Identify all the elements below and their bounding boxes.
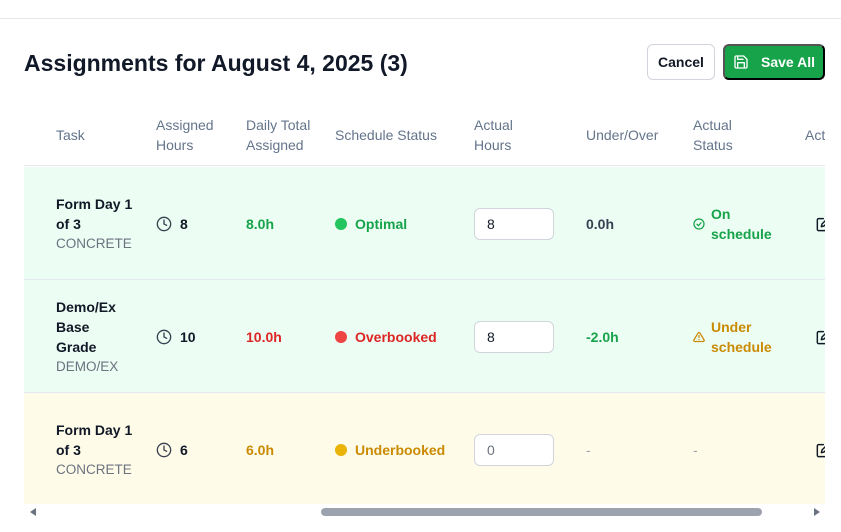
edit-action[interactable]: [816, 393, 825, 504]
save-icon: [734, 55, 748, 69]
task-cell: Form Day 1 of 3 CONCRETE: [56, 393, 136, 504]
task-name: Form Day 1 of 3: [56, 195, 133, 232]
actual-status-cell: Under schedule: [693, 280, 781, 393]
under-over-value: -2.0h: [586, 328, 619, 345]
table-row: Demo/Ex Base Grade DEMO/EX 10 10.0h Over…: [24, 280, 825, 393]
assigned-hours-cell: 10: [156, 280, 196, 393]
actual-hours-cell: 8: [474, 167, 554, 280]
schedule-status-cell: Optimal: [335, 167, 407, 280]
daily-total-value: 10.0h: [246, 328, 282, 345]
actual-hours-input[interactable]: 8: [474, 320, 554, 353]
column-header-under-over: Under/Over: [586, 127, 659, 143]
assigned-hours-cell: 6: [156, 393, 188, 504]
edit-action[interactable]: [816, 280, 825, 393]
check-circle-icon: [693, 217, 705, 230]
save-all-button[interactable]: Save All: [723, 44, 825, 80]
task-cell: Demo/Ex Base Grade DEMO/EX: [56, 280, 136, 393]
scroll-left-arrow-icon[interactable]: [30, 508, 36, 516]
task-name: Demo/Ex Base Grade: [56, 298, 116, 355]
clock-icon: [156, 442, 172, 457]
schedule-status-cell: Overbooked: [335, 280, 437, 393]
actual-hours-input[interactable]: 8: [474, 207, 554, 240]
save-all-label: Save All: [761, 54, 815, 70]
actual-hours-input[interactable]: 0: [474, 433, 554, 466]
table-row: Form Day 1 of 3 CONCRETE 8 8.0h Optimal …: [24, 167, 825, 280]
task-category: CONCRETE: [56, 235, 132, 251]
column-header-actual-hours: Actual Hours: [474, 117, 513, 153]
edit-icon: [816, 217, 825, 231]
status-dot: [335, 330, 347, 343]
actual-hours-cell: 8: [474, 280, 554, 393]
status-dot: [335, 217, 347, 230]
status-dot: [335, 443, 347, 456]
assigned-hours-value: 6: [180, 441, 188, 458]
warning-triangle-icon: [693, 331, 705, 342]
task-category: CONCRETE: [56, 461, 132, 477]
table-header: Task Assigned Hours Daily Total Assigned…: [24, 104, 825, 166]
daily-total-value: 6.0h: [246, 441, 275, 458]
panel-top-border: [0, 18, 841, 19]
column-header-actual-status: Actual Status: [693, 117, 733, 153]
schedule-status-label: Underbooked: [355, 441, 446, 458]
scrollbar-thumb[interactable]: [321, 508, 762, 516]
cancel-button[interactable]: Cancel: [647, 44, 715, 80]
task-cell: Form Day 1 of 3 CONCRETE: [56, 167, 136, 280]
edit-icon: [816, 330, 825, 344]
scroll-right-arrow-icon[interactable]: [814, 508, 820, 516]
actual-status-label: Under schedule: [711, 318, 772, 355]
daily-total-value: 8.0h: [246, 215, 275, 232]
actual-status-label: On schedule: [711, 205, 772, 242]
schedule-status-label: Optimal: [355, 215, 408, 232]
assigned-hours-value: 10: [180, 328, 196, 345]
assigned-hours-cell: 8: [156, 167, 188, 280]
column-header-task: Task: [56, 127, 85, 143]
task-category: DEMO/EX: [56, 358, 119, 374]
clock-icon: [156, 329, 172, 344]
edit-action[interactable]: [816, 167, 825, 280]
under-over-value: 0.0h: [586, 215, 615, 232]
assigned-hours-value: 8: [180, 215, 188, 232]
horizontal-scrollbar[interactable]: [24, 505, 825, 519]
clock-icon: [156, 216, 172, 231]
edit-icon: [816, 443, 825, 457]
under-over-value: -: [586, 441, 591, 458]
schedule-status-cell: Underbooked: [335, 393, 445, 504]
actual-status-label: -: [693, 441, 698, 458]
column-header-daily-total: Daily Total Assigned: [246, 117, 311, 153]
page-title: Assignments for August 4, 2025 (3): [24, 50, 408, 76]
column-header-actions: Actions: [805, 127, 825, 143]
assignments-header: Assignments for August 4, 2025 (3) Cance…: [24, 44, 825, 82]
assignments-table: Task Assigned Hours Daily Total Assigned…: [24, 104, 825, 504]
table-row: Form Day 1 of 3 CONCRETE 6 6.0h Underboo…: [24, 393, 825, 504]
actual-hours-cell: 0: [474, 393, 554, 504]
column-header-assigned-hours: Assigned Hours: [156, 117, 214, 153]
schedule-status-label: Overbooked: [355, 328, 437, 345]
column-header-schedule-status: Schedule Status: [335, 127, 437, 143]
actual-status-cell: On schedule: [693, 167, 781, 280]
task-name: Form Day 1 of 3: [56, 421, 133, 458]
